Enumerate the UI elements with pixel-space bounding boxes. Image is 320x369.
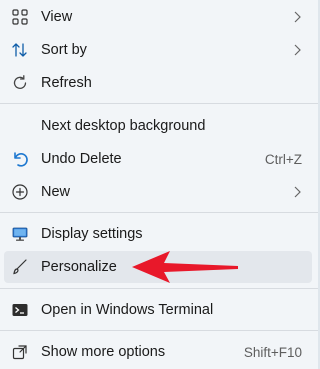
menu-item-open-terminal[interactable]: Open in Windows Terminal xyxy=(4,294,312,326)
separator xyxy=(0,103,318,104)
menu-item-label: New xyxy=(41,184,71,200)
menu-item-show-more-options[interactable]: Show more options Shift+F10 xyxy=(4,336,312,368)
plus-circle-icon xyxy=(10,182,30,202)
separator xyxy=(0,288,318,289)
menu-item-label: Open in Windows Terminal xyxy=(41,302,214,318)
grid-icon xyxy=(10,7,30,27)
monitor-icon xyxy=(10,224,30,244)
menu-item-sort-by[interactable]: Sort by xyxy=(4,34,312,66)
undo-icon xyxy=(10,149,30,169)
annotation-arrow-icon xyxy=(132,251,238,283)
separator xyxy=(0,330,318,331)
menu-item-undo-delete[interactable]: Undo Delete Ctrl+Z xyxy=(4,143,312,175)
menu-item-display-settings[interactable]: Display settings xyxy=(4,218,312,250)
menu-item-label: Refresh xyxy=(41,75,92,91)
refresh-icon xyxy=(10,73,30,93)
menu-item-label: Show more options xyxy=(41,344,166,360)
desktop-context-menu: View Sort by Refresh Next desktop backgr… xyxy=(0,0,318,369)
shortcut-text: Ctrl+Z xyxy=(264,151,302,167)
sort-arrows-icon xyxy=(10,40,30,60)
brush-icon xyxy=(10,257,30,277)
menu-item-new[interactable]: New xyxy=(4,176,312,208)
terminal-icon xyxy=(10,300,30,320)
separator xyxy=(0,212,318,213)
shortcut-text: Shift+F10 xyxy=(243,344,302,360)
chevron-right-icon xyxy=(294,11,301,23)
menu-item-label: View xyxy=(41,9,73,25)
menu-item-label: Display settings xyxy=(41,226,143,242)
menu-item-label: Sort by xyxy=(41,42,87,58)
chevron-right-icon xyxy=(294,186,301,198)
menu-item-label: Undo Delete xyxy=(41,151,122,167)
menu-item-label: Next desktop background xyxy=(41,118,206,134)
menu-item-refresh[interactable]: Refresh xyxy=(4,67,312,99)
expand-icon xyxy=(10,342,30,362)
chevron-right-icon xyxy=(294,44,301,56)
menu-item-view[interactable]: View xyxy=(4,1,312,33)
menu-item-label: Personalize xyxy=(41,259,117,275)
menu-item-next-desktop-background[interactable]: Next desktop background xyxy=(4,110,312,142)
